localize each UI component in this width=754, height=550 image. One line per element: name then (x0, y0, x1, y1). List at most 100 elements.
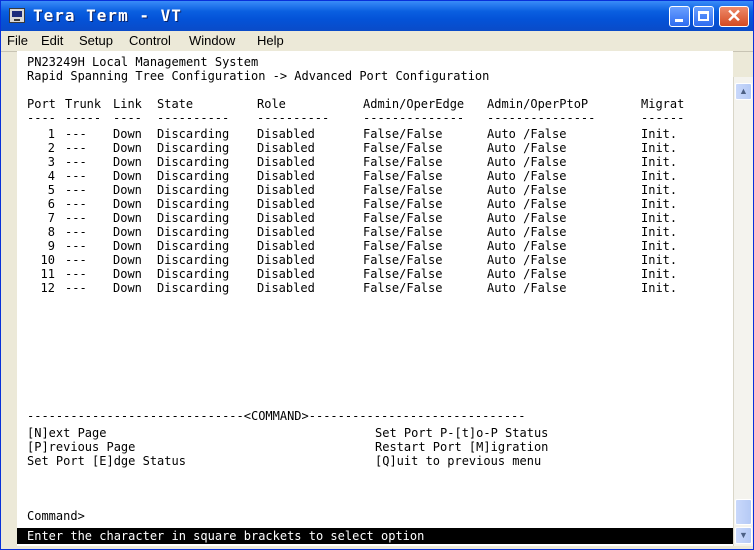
table-cell-role: Disabled (257, 225, 315, 239)
table-cell-port: 9 (47, 239, 55, 253)
table-cell-trunk: --- (65, 239, 87, 253)
column-underline-state: ---------- (157, 111, 230, 125)
menu-edit[interactable]: Edit (41, 33, 63, 48)
table-cell-migrat: Init. (641, 197, 678, 211)
column-underline-ptop: --------------- (487, 111, 596, 125)
table-cell-trunk: --- (65, 267, 87, 281)
table-cell-edge: False/False (363, 169, 443, 183)
window-title: Tera Term - VT (33, 6, 182, 25)
table-cell-trunk: --- (65, 211, 87, 225)
table-cell-role: Disabled (257, 197, 315, 211)
scroll-up-button[interactable]: ▲ (735, 83, 752, 100)
table-cell-link: Down (113, 141, 142, 155)
table-cell-link: Down (113, 211, 142, 225)
table-cell-role: Disabled (257, 281, 315, 295)
column-header-state: State (157, 97, 194, 111)
table-cell-state: Discarding (157, 183, 230, 197)
chevron-down-icon: ▼ (739, 530, 748, 540)
table-cell-migrat: Init. (641, 141, 678, 155)
table-cell-ptop: Auto /False (487, 197, 567, 211)
vertical-scrollbar[interactable]: ▲ ▼ (733, 77, 753, 546)
column-header-role: Role (257, 97, 286, 111)
table-cell-edge: False/False (363, 197, 443, 211)
maximize-button[interactable] (693, 6, 714, 27)
table-cell-trunk: --- (65, 155, 87, 169)
menu-bar: File Edit Setup Control Window Help (1, 31, 753, 52)
table-cell-trunk: --- (65, 197, 87, 211)
option-restart-migration: Restart Port [M]igration (375, 440, 549, 454)
command-prompt[interactable]: Command> (27, 509, 85, 523)
table-cell-link: Down (113, 183, 142, 197)
table-cell-trunk: --- (65, 127, 87, 141)
scroll-thumb[interactable] (735, 499, 752, 525)
column-underline-trunk: ----- (65, 111, 102, 125)
table-cell-edge: False/False (363, 253, 443, 267)
table-cell-ptop: Auto /False (487, 211, 567, 225)
table-cell-edge: False/False (363, 141, 443, 155)
title-bar[interactable]: Tera Term - VT ✕ (1, 1, 753, 31)
scroll-down-button[interactable]: ▼ (735, 527, 752, 544)
table-cell-migrat: Init. (641, 239, 678, 253)
table-cell-link: Down (113, 197, 142, 211)
table-cell-state: Discarding (157, 211, 230, 225)
menu-help[interactable]: Help (257, 33, 284, 48)
table-cell-port: 1 (47, 127, 55, 141)
table-cell-port: 6 (47, 197, 55, 211)
column-header-ptop: Admin/OperPtoP (487, 97, 589, 111)
column-header-trunk: Trunk (65, 97, 102, 111)
column-header-migrat: Migrat (641, 97, 685, 111)
status-bar: Enter the character in square brackets t… (17, 528, 733, 544)
table-cell-migrat: Init. (641, 225, 678, 239)
table-cell-edge: False/False (363, 239, 443, 253)
option-ptop-status: Set Port P-[t]o-P Status (375, 426, 549, 440)
table-cell-migrat: Init. (641, 211, 678, 225)
table-cell-role: Disabled (257, 253, 315, 267)
menu-control[interactable]: Control (129, 33, 171, 48)
table-cell-state: Discarding (157, 281, 230, 295)
table-cell-role: Disabled (257, 127, 315, 141)
table-cell-trunk: --- (65, 253, 87, 267)
table-cell-migrat: Init. (641, 281, 678, 295)
table-cell-trunk: --- (65, 141, 87, 155)
table-cell-ptop: Auto /False (487, 225, 567, 239)
menu-window[interactable]: Window (189, 33, 235, 48)
minimize-button[interactable] (669, 6, 690, 27)
table-cell-port: 11 (40, 267, 55, 281)
table-cell-edge: False/False (363, 267, 443, 281)
table-cell-ptop: Auto /False (487, 141, 567, 155)
table-cell-state: Discarding (157, 253, 230, 267)
table-cell-role: Disabled (257, 211, 315, 225)
menu-setup[interactable]: Setup (79, 33, 113, 48)
table-cell-trunk: --- (65, 281, 87, 295)
column-underline-edge: -------------- (363, 111, 465, 125)
table-cell-port: 12 (40, 281, 55, 295)
close-button[interactable]: ✕ (719, 6, 749, 27)
table-cell-state: Discarding (157, 155, 230, 169)
option-quit: [Q]uit to previous menu (375, 454, 542, 468)
tera-term-icon[interactable] (9, 8, 25, 23)
table-cell-port: 4 (47, 169, 55, 183)
table-cell-link: Down (113, 267, 142, 281)
table-cell-state: Discarding (157, 225, 230, 239)
close-icon: ✕ (726, 6, 742, 26)
table-cell-edge: False/False (363, 127, 443, 141)
table-cell-migrat: Init. (641, 253, 678, 267)
table-cell-edge: False/False (363, 211, 443, 225)
table-cell-trunk: --- (65, 225, 87, 239)
menu-file[interactable]: File (7, 33, 28, 48)
table-cell-link: Down (113, 225, 142, 239)
table-cell-trunk: --- (65, 183, 87, 197)
terminal-screen[interactable]: PN23249H Local Management System Rapid S… (17, 51, 733, 546)
table-cell-role: Disabled (257, 183, 315, 197)
column-underline-link: ---- (113, 111, 142, 125)
table-cell-migrat: Init. (641, 127, 678, 141)
command-divider: ------------------------------<COMMAND>-… (27, 409, 526, 423)
table-cell-trunk: --- (65, 169, 87, 183)
table-cell-state: Discarding (157, 197, 230, 211)
table-cell-ptop: Auto /False (487, 155, 567, 169)
table-cell-state: Discarding (157, 127, 230, 141)
table-cell-edge: False/False (363, 225, 443, 239)
option-next-page: [N]ext Page (27, 426, 107, 440)
option-edge-status: Set Port [E]dge Status (27, 454, 186, 468)
table-cell-state: Discarding (157, 267, 230, 281)
